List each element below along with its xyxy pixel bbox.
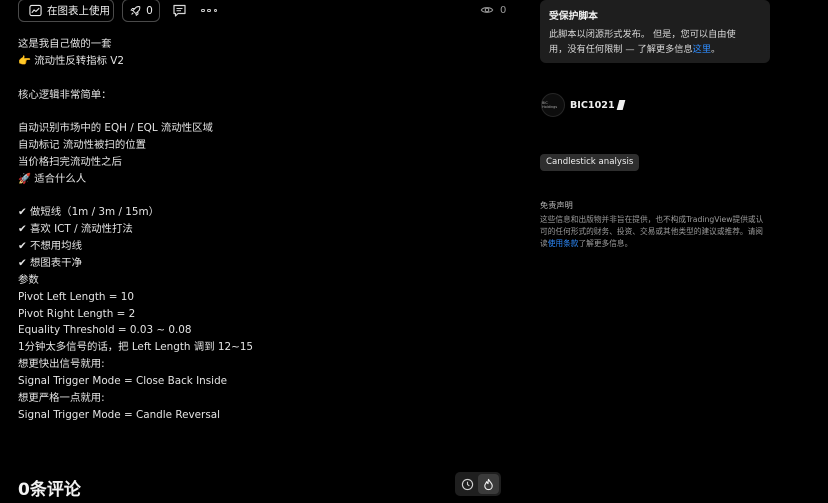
category-tag[interactable]: Candlestick analysis bbox=[540, 154, 640, 171]
description-line: 核心逻辑非常简单： bbox=[18, 88, 112, 101]
description-line: ✔ 喜欢 ICT / 流动性打法 bbox=[18, 223, 133, 236]
boost-count: 0 bbox=[146, 4, 153, 17]
description-line: 想更快出信号就用: bbox=[18, 358, 105, 371]
description-line bbox=[18, 103, 438, 120]
description-line: ✔ 不想用均线 bbox=[18, 240, 82, 253]
sort-popular-button[interactable] bbox=[478, 474, 499, 494]
boost-button[interactable]: 0 bbox=[122, 0, 160, 22]
protected-text-line: 用，没有任何限制 — 了解更多信息这里。 bbox=[549, 42, 761, 57]
author-profile[interactable]: BIC Holdings BIC1021 bbox=[541, 93, 625, 117]
protected-text-segment: 。 bbox=[711, 44, 721, 55]
description-line: 自动标记 流动性被扫的位置 bbox=[18, 139, 146, 152]
description-line: Signal Trigger Mode = Close Back Inside bbox=[18, 374, 228, 387]
comment-icon[interactable] bbox=[172, 3, 187, 18]
protected-text: 此脚本以闭源形式发布。 但是，您可以自由使 用，没有任何限制 — 了解更多信息这… bbox=[549, 27, 761, 57]
description-line bbox=[18, 70, 438, 87]
description-line: Equality Threshold = 0.03 ~ 0.08 bbox=[18, 324, 192, 337]
use-on-chart-label: 在图表上使用 bbox=[47, 5, 110, 17]
description-line bbox=[18, 188, 438, 205]
description-line: 想更严格一点就用: bbox=[18, 391, 105, 404]
disclaimer-text: 这些信息和出版物并非旨在提供，也不构成TradingView提供或认 可的任何形… bbox=[540, 214, 772, 251]
description-line: ✔ 做短线（1m / 3m / 15m） bbox=[18, 206, 159, 219]
description-line: Signal Trigger Mode = Candle Reversal bbox=[18, 408, 220, 421]
description-line: 1分钟太多信号的话，把 Left Length 调到 12~15 bbox=[18, 341, 254, 354]
more-options-icon[interactable] bbox=[201, 3, 217, 18]
flame-icon bbox=[484, 478, 493, 490]
protected-text-segment: 用，没有任何限制 — 了解更多信息 bbox=[549, 44, 693, 55]
description-line: Pivot Left Length = 10 bbox=[18, 290, 135, 303]
disclaimer-line: 这些信息和出版物并非旨在提供，也不构成TradingView提供或认 bbox=[540, 215, 764, 224]
disclaimer-segment: 读 bbox=[540, 239, 548, 249]
views-counter: 0 bbox=[480, 3, 506, 17]
terms-of-use-link[interactable]: 使用条款 bbox=[548, 239, 579, 248]
description-line: 自动识别市场中的 EQH / EQL 流动性区域 bbox=[18, 122, 213, 135]
description-line: 当价格扫完流动性之后 bbox=[18, 155, 122, 168]
disclaimer-line: 可的任何形式的财务、投资、交易或其他类型的建议或推荐。请阅 bbox=[540, 227, 763, 237]
disclaimer-line: 读使用条款了解更多信息。 bbox=[540, 238, 772, 250]
description-line: 🚀 适合什么人 bbox=[18, 172, 87, 185]
sort-newest-button[interactable] bbox=[457, 474, 478, 494]
clock-icon bbox=[461, 478, 474, 490]
author-badge-icon bbox=[616, 100, 625, 110]
eye-icon bbox=[480, 7, 494, 13]
rocket-icon bbox=[130, 5, 141, 16]
description-line: 这是我自己做的一套 bbox=[18, 38, 112, 50]
protected-text-line: 此脚本以闭源形式发布。 但是，您可以自由使 bbox=[549, 29, 736, 40]
description-line: ✔ 想图表干净 bbox=[18, 256, 82, 269]
disclaimer-segment: 了解更多信息。 bbox=[578, 239, 633, 249]
disclaimer-title: 免责声明 bbox=[540, 200, 573, 210]
views-count: 0 bbox=[500, 4, 507, 16]
author-name[interactable]: BIC1021 bbox=[570, 100, 615, 111]
disclaimer: 免责声明 这些信息和出版物并非旨在提供，也不构成TradingView提供或认 … bbox=[540, 199, 772, 251]
protected-title: 受保护脚本 bbox=[549, 11, 598, 22]
script-description: 这是我自己做的一套 👉 流动性反转指标 V2 核心逻辑非常简单： 自动识别市场中… bbox=[18, 36, 438, 423]
learn-more-link[interactable]: 这里 bbox=[693, 44, 711, 55]
comment-sort-toggle bbox=[455, 472, 501, 496]
description-line: 参数 bbox=[18, 273, 39, 286]
chart-add-icon bbox=[29, 4, 42, 17]
avatar-logo-text: BIC Holdings bbox=[542, 101, 558, 109]
description-line: 👉 流动性反转指标 V2 bbox=[18, 54, 124, 67]
avatar[interactable]: BIC Holdings bbox=[541, 93, 565, 117]
use-on-chart-button[interactable]: 在图表上使用 bbox=[18, 0, 114, 22]
protected-script-notice: 受保护脚本 此脚本以闭源形式发布。 但是，您可以自由使 用，没有任何限制 — 了… bbox=[540, 0, 770, 63]
comments-heading: 0条评论 bbox=[18, 480, 81, 500]
description-line: Pivot Right Length = 2 bbox=[18, 307, 136, 320]
